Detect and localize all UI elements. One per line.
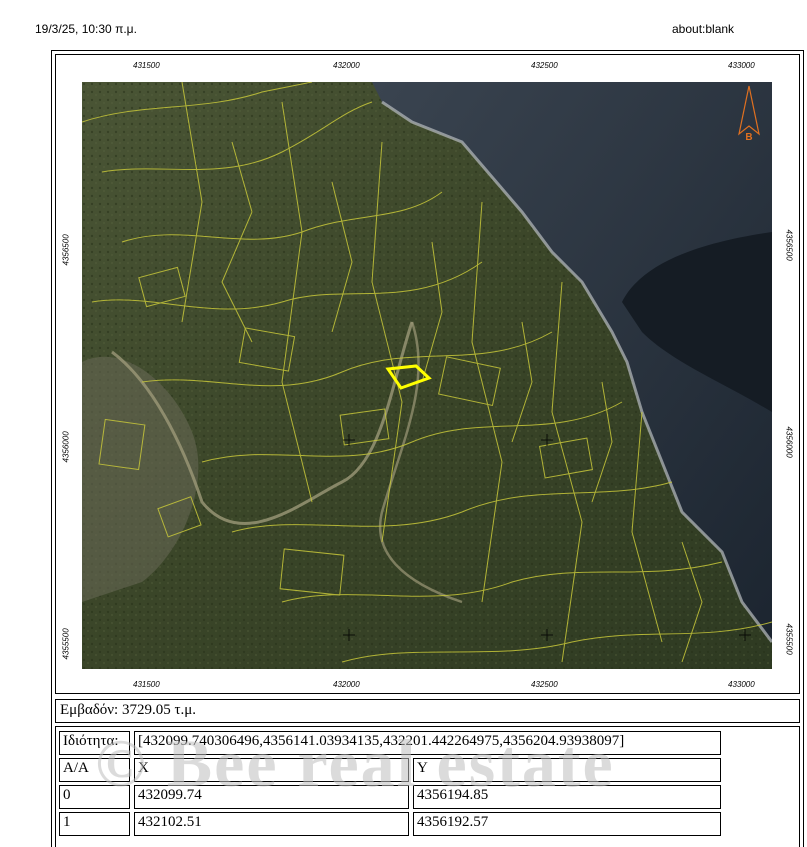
table-row-1-index: 1: [59, 812, 130, 836]
x-tick-bottom-4: 433000: [728, 680, 755, 689]
table-row-1-x: 432102.51: [134, 812, 409, 836]
table-row-0-index: 0: [59, 785, 130, 809]
table-row-0-x: 432099.74: [134, 785, 409, 809]
table-row-0-y: 4356194.85: [413, 785, 721, 809]
y-tick-left-1: 4356500: [61, 234, 71, 266]
x-tick-bottom-3: 432500: [531, 680, 558, 689]
svg-text:Β: Β: [745, 132, 752, 143]
x-tick-top-1: 431500: [133, 61, 160, 70]
x-tick-top-3: 432500: [531, 61, 558, 70]
x-tick-bottom-1: 431500: [133, 680, 160, 689]
y-tick-right-1: 4356500: [784, 229, 794, 261]
table-row-1-y: 4356192.57: [413, 812, 721, 836]
y-tick-right-2: 4356000: [784, 426, 794, 458]
property-value: [432099.740306496,4356141.03934135,43220…: [134, 731, 721, 755]
print-datetime: 19/3/25, 10:30 π.μ.: [35, 22, 137, 36]
aerial-map-image: Β: [82, 82, 772, 669]
y-tick-left-3: 4355500: [61, 628, 71, 660]
table-header-y: Y: [413, 758, 721, 782]
x-tick-bottom-2: 432000: [333, 680, 360, 689]
table-header-x: X: [134, 758, 409, 782]
property-label: Ιδιότητα:: [59, 731, 130, 755]
y-tick-left-2: 4356000: [61, 431, 71, 463]
print-url: about:blank: [672, 22, 735, 36]
table-header-index: Α/Α: [59, 758, 130, 782]
y-tick-right-3: 4355500: [784, 623, 794, 655]
x-tick-top-2: 432000: [333, 61, 360, 70]
area-text: Εμβαδόν: 3729.05 τ.μ.: [55, 699, 800, 723]
x-tick-top-4: 433000: [728, 61, 755, 70]
